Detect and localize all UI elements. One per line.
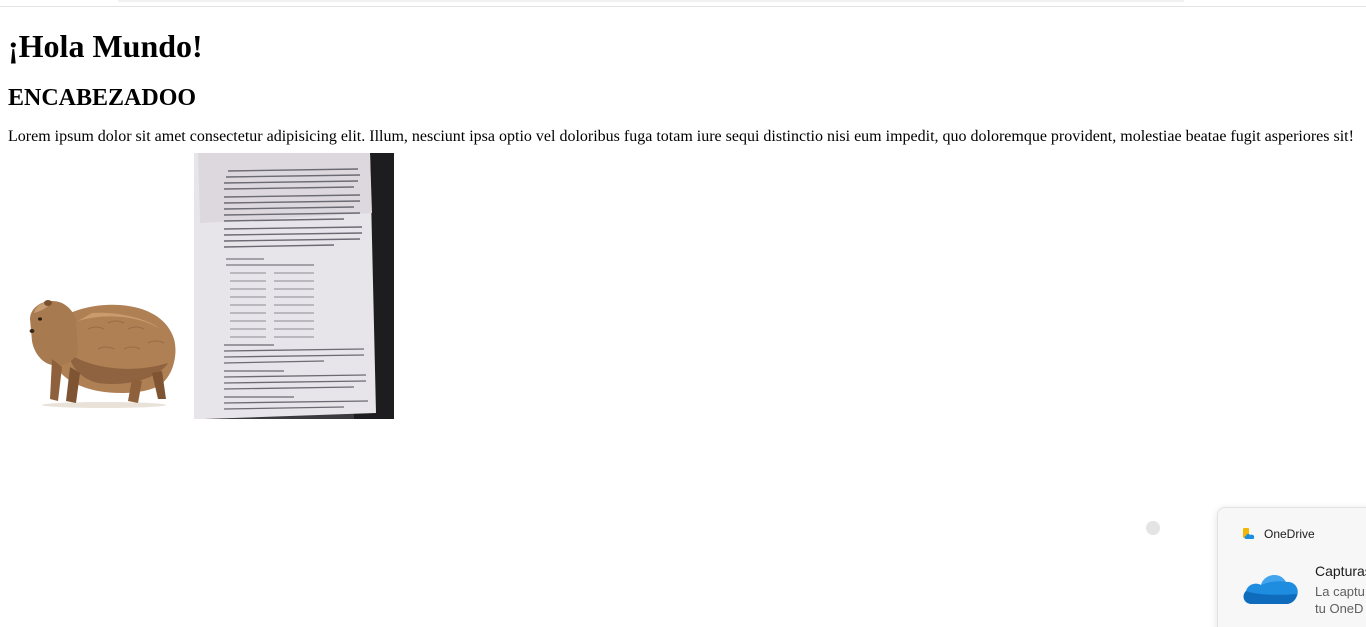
image-row (8, 153, 1366, 419)
onedrive-cloud-icon (1243, 575, 1298, 604)
lorem-paragraph: Lorem ipsum dolor sit amet consectetur a… (8, 128, 1354, 145)
notification-header: OneDrive (1242, 526, 1315, 542)
notification-body-line-1: La captu (1315, 584, 1365, 599)
notification-title: Capturas (1315, 563, 1366, 579)
page-title: ¡Hola Mundo! (8, 28, 203, 64)
scroll-indicator-dot (1146, 521, 1160, 535)
document-photo-image (194, 153, 394, 419)
notification-app-name: OneDrive (1264, 527, 1315, 541)
browser-top-edge (0, 0, 1366, 7)
notification-body: La captu tu OneD (1315, 583, 1365, 617)
onedrive-icon (1243, 528, 1255, 539)
tab-strip-shadow (118, 0, 1184, 2)
capybara-image (8, 153, 194, 419)
page-content: ¡Hola Mundo! ENCABEZADOO Lorem ipsum dol… (8, 7, 1366, 419)
notification-body-line-2: tu OneD (1315, 601, 1364, 616)
onedrive-notification[interactable]: OneDrive Capturas La captu tu OneD (1217, 507, 1366, 627)
page-subheading: ENCABEZADOO (8, 85, 197, 111)
